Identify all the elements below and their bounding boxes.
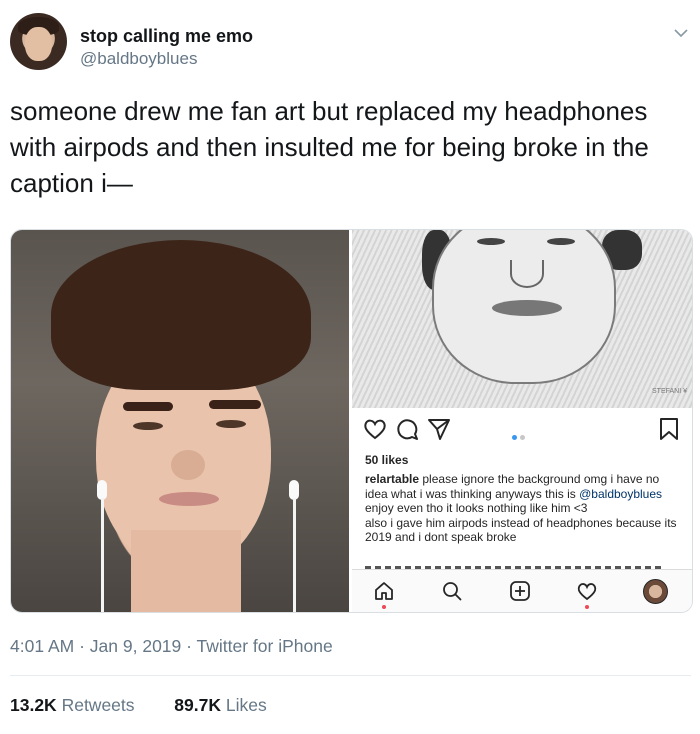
user-handle[interactable]: @baldboyblues <box>80 49 197 69</box>
tweet-stats: 13.2K Retweets 89.7K Likes <box>10 695 267 716</box>
caption-text-3: also i gave him airpods instead of headp… <box>365 515 677 545</box>
activity-heart-icon[interactable] <box>576 580 598 602</box>
profile-avatar-icon[interactable] <box>643 579 668 604</box>
likes-label: Likes <box>225 695 267 715</box>
chevron-down-icon[interactable] <box>672 24 690 42</box>
selfie-photo[interactable] <box>11 230 349 612</box>
instagram-bottom-nav <box>352 569 692 612</box>
artist-signature: STEFANI ¥ <box>652 388 688 395</box>
tweet-source[interactable]: Twitter for iPhone <box>197 636 333 656</box>
display-name[interactable]: stop calling me emo <box>80 26 253 47</box>
caption-mention[interactable]: @baldboyblues <box>579 487 662 501</box>
home-icon[interactable] <box>373 580 395 602</box>
retweets-stat[interactable]: 13.2K Retweets <box>10 695 139 715</box>
likes-count: 89.7K <box>174 695 221 715</box>
tweet-text: someone drew me fan art but replaced my … <box>10 96 649 198</box>
likes-stat[interactable]: 89.7K Likes <box>174 695 266 715</box>
instagram-screenshot[interactable]: STEFANI ¥ 50 likes relartable please ign… <box>352 230 692 612</box>
retweets-count: 13.2K <box>10 695 57 715</box>
tweet-time[interactable]: 4:01 AM <box>10 636 74 656</box>
new-post-icon[interactable] <box>509 580 531 602</box>
heart-icon[interactable] <box>362 416 388 442</box>
share-icon[interactable] <box>426 416 452 442</box>
caption-text-2: enjoy even tho it looks nothing like him… <box>365 501 588 515</box>
fan-art-sketch: STEFANI ¥ <box>352 230 692 408</box>
tweet-meta: 4:01 AM · Jan 9, 2019 · Twitter for iPho… <box>10 636 333 656</box>
tweet-date[interactable]: Jan 9, 2019 <box>90 636 181 656</box>
avatar[interactable] <box>10 13 67 70</box>
divider <box>10 675 691 676</box>
search-icon[interactable] <box>441 580 463 602</box>
carousel-dots <box>512 427 528 445</box>
post-actions <box>352 416 692 444</box>
comment-icon[interactable] <box>394 416 420 442</box>
caption-username[interactable]: relartable <box>365 472 419 486</box>
post-caption: relartable please ignore the background … <box>365 472 683 545</box>
likes-count[interactable]: 50 likes <box>365 453 408 467</box>
bookmark-icon[interactable] <box>656 416 682 442</box>
retweets-label: Retweets <box>61 695 135 715</box>
tweet-media[interactable]: STEFANI ¥ 50 likes relartable please ign… <box>10 229 693 613</box>
